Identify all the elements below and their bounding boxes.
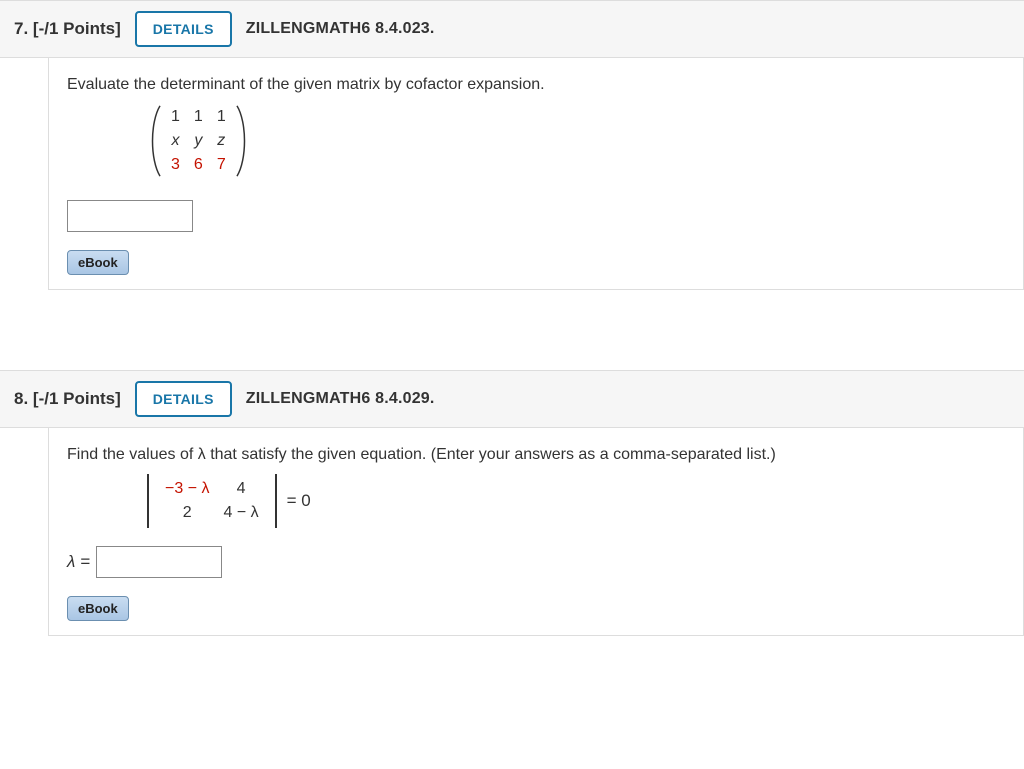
d-0-1: 4 <box>217 478 264 500</box>
reference-code: ZILLENGMATH6 8.4.029. <box>246 390 435 408</box>
m-0-0: 1 <box>165 106 186 128</box>
problem-prompt: Evaluate the determinant of the given ma… <box>67 76 1005 94</box>
ebook-button[interactable]: eBook <box>67 250 129 275</box>
left-paren-icon <box>147 104 163 178</box>
answer-row: λ = <box>67 546 1005 578</box>
m-0-1: 1 <box>188 106 209 128</box>
problem-body: Find the values of λ that satisfy the gi… <box>48 428 1024 636</box>
m-1-0: x <box>171 132 179 149</box>
ebook-button[interactable]: eBook <box>67 596 129 621</box>
d-1-0: 2 <box>159 502 215 524</box>
details-button[interactable]: DETAILS <box>135 11 232 47</box>
problem-prompt: Find the values of λ that satisfy the gi… <box>67 446 1005 464</box>
problem-header: 8. [-/1 Points] DETAILS ZILLENGMATH6 8.4… <box>0 370 1024 428</box>
m-1-2: z <box>217 132 225 149</box>
answer-input[interactable] <box>96 546 222 578</box>
num: 7. <box>14 19 28 38</box>
points: [-/1 Points] <box>33 19 121 38</box>
m-2-1: 6 <box>188 154 209 176</box>
equals-zero: = 0 <box>287 491 311 511</box>
m-2-2: 7 <box>211 154 232 176</box>
d-1-1: 4 − λ <box>217 502 264 524</box>
m-0-2: 1 <box>211 106 232 128</box>
m-2-0: 3 <box>165 154 186 176</box>
matrix-table: 1 1 1 x y z 3 6 7 <box>163 104 234 178</box>
reference-code: ZILLENGMATH6 8.4.023. <box>246 20 435 38</box>
m-1-1: y <box>194 132 202 149</box>
problem-number: 8. [-/1 Points] <box>14 389 121 409</box>
right-paren-icon <box>234 104 250 178</box>
problem-header: 7. [-/1 Points] DETAILS ZILLENGMATH6 8.4… <box>0 0 1024 58</box>
d-0-0: −3 − λ <box>159 478 215 500</box>
determinant-bars: −3 − λ 4 2 4 − λ <box>147 474 277 528</box>
answer-label: λ = <box>67 552 90 572</box>
answer-row <box>67 200 1005 232</box>
num: 8. <box>14 389 28 408</box>
problem-number: 7. [-/1 Points] <box>14 19 121 39</box>
details-button[interactable]: DETAILS <box>135 381 232 417</box>
matrix-display: 1 1 1 x y z 3 6 7 <box>147 104 1005 182</box>
determinant-display: −3 − λ 4 2 4 − λ = 0 <box>147 474 1005 528</box>
answer-input[interactable] <box>67 200 193 232</box>
points: [-/1 Points] <box>33 389 121 408</box>
problem-body: Evaluate the determinant of the given ma… <box>48 58 1024 290</box>
